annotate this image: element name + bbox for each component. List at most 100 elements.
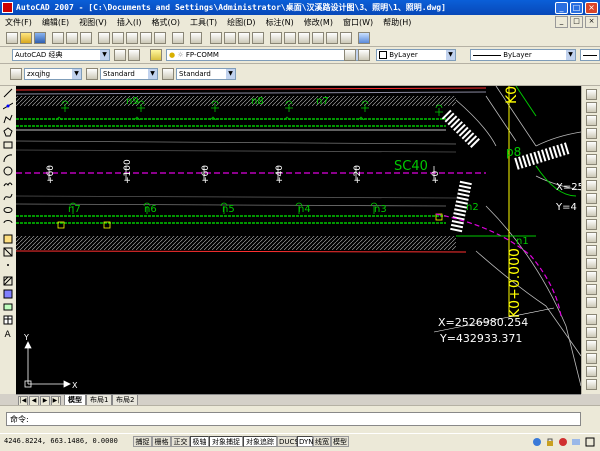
layer-previous-icon[interactable] [358, 49, 370, 61]
make-object-layer-current-icon[interactable] [344, 49, 356, 61]
menu-help[interactable]: 帮助(H) [378, 17, 416, 28]
ducs-toggle[interactable]: DUCS [277, 436, 299, 447]
title-bar[interactable]: AutoCAD 2007 - [C:\Documents and Setting… [0, 0, 600, 15]
save-icon[interactable] [34, 32, 46, 44]
osnap-midpoint-icon[interactable] [586, 327, 597, 338]
tool-palettes-icon[interactable] [298, 32, 310, 44]
workspace-select[interactable]: AutoCAD 经典 ▼ [12, 49, 110, 61]
mdi-minimize-button[interactable]: _ [555, 16, 568, 28]
ortho-toggle[interactable]: 正交 [171, 436, 190, 447]
join-icon[interactable] [586, 258, 597, 269]
open-icon[interactable] [20, 32, 32, 44]
menu-format[interactable]: 格式(O) [146, 17, 185, 28]
menu-dimension[interactable]: 标注(N) [261, 17, 299, 28]
region-icon[interactable] [3, 302, 13, 312]
polyline-icon[interactable] [3, 114, 13, 124]
rectangle-icon[interactable] [3, 140, 13, 150]
move-icon[interactable] [586, 154, 597, 165]
markup-icon[interactable] [326, 32, 338, 44]
block-editor-icon[interactable] [154, 32, 166, 44]
erase-icon[interactable] [586, 89, 597, 100]
grid-toggle[interactable]: 栅格 [152, 436, 171, 447]
multiline-text-icon[interactable]: A [3, 328, 13, 338]
osnap-endpoint-icon[interactable] [586, 314, 597, 325]
polygon-icon[interactable] [3, 127, 13, 137]
otrack-toggle[interactable]: 对象追踪 [243, 436, 277, 447]
minimize-button[interactable]: _ [555, 1, 568, 14]
cut-icon[interactable] [98, 32, 110, 44]
paste-icon[interactable] [126, 32, 138, 44]
trim-icon[interactable] [586, 206, 597, 217]
coordinate-readout[interactable]: 4246.8224, 663.1486, 0.0000 [4, 437, 118, 445]
layer-manager-icon[interactable] [150, 49, 162, 61]
menu-tools[interactable]: 工具(T) [185, 17, 222, 28]
explode-icon[interactable] [586, 297, 597, 308]
layer-select[interactable]: ● ☼ FP-COMM ▼ [166, 49, 366, 61]
chamfer-icon[interactable] [586, 271, 597, 282]
osnap-center-icon[interactable] [586, 353, 597, 364]
spline-icon[interactable] [3, 192, 13, 202]
lineweight-select[interactable] [580, 49, 600, 61]
mdi-restore-button[interactable]: □ [570, 16, 583, 28]
mdi-close-button[interactable]: × [585, 16, 598, 28]
new-icon[interactable] [6, 32, 18, 44]
table-icon[interactable] [3, 315, 13, 325]
print-icon[interactable] [52, 32, 64, 44]
maximize-button[interactable]: □ [570, 1, 583, 14]
workspace-icon[interactable] [128, 49, 140, 61]
text-style-select[interactable]: zxqjhg ▼ [24, 68, 82, 80]
fillet-icon[interactable] [586, 284, 597, 295]
mirror-icon[interactable] [586, 115, 597, 126]
close-button[interactable]: × [585, 1, 598, 14]
color-select[interactable]: ByLayer ▼ [376, 49, 456, 61]
communication-center-icon[interactable] [532, 437, 542, 447]
dyn-toggle[interactable]: DYN [297, 436, 314, 447]
polar-toggle[interactable]: 极轴 [190, 436, 209, 447]
publish-icon[interactable] [80, 32, 92, 44]
osnap-toggle[interactable]: 对象捕捉 [209, 436, 243, 447]
zoom-window-icon[interactable] [238, 32, 250, 44]
workspace-settings-icon[interactable] [114, 49, 126, 61]
sheet-set-icon[interactable] [312, 32, 324, 44]
snap-toggle[interactable]: 捕捉 [133, 436, 152, 447]
linetype-select[interactable]: ByLayer ▼ [470, 49, 576, 61]
ellipse-icon[interactable] [3, 205, 13, 215]
zoom-previous-icon[interactable] [252, 32, 264, 44]
command-input[interactable]: 命令: [6, 412, 581, 426]
menu-modify[interactable]: 修改(M) [299, 17, 338, 28]
rotate-icon[interactable] [586, 167, 597, 178]
line-icon[interactable] [3, 88, 13, 98]
extend-icon[interactable] [586, 219, 597, 230]
properties-icon[interactable] [270, 32, 282, 44]
gradient-icon[interactable] [3, 289, 13, 299]
text-style-icon[interactable] [10, 68, 22, 80]
menu-edit[interactable]: 编辑(E) [37, 17, 74, 28]
stretch-icon[interactable] [586, 193, 597, 204]
quickcalc-icon[interactable] [340, 32, 352, 44]
pan-icon[interactable] [210, 32, 222, 44]
osnap-settings-icon[interactable] [586, 379, 597, 390]
undo-icon[interactable] [172, 32, 184, 44]
match-properties-icon[interactable] [140, 32, 152, 44]
dim-style-select[interactable]: Standard ▼ [100, 68, 158, 80]
lineweight-toggle[interactable]: 线宽 [313, 436, 331, 447]
table-style-icon[interactable] [162, 68, 174, 80]
array-icon[interactable] [586, 141, 597, 152]
hatch-icon[interactable] [3, 276, 13, 286]
point-icon[interactable] [3, 260, 13, 270]
break-icon[interactable] [586, 245, 597, 256]
revision-cloud-icon[interactable] [3, 179, 13, 189]
insert-block-icon[interactable] [3, 234, 13, 244]
design-center-icon[interactable] [284, 32, 296, 44]
break-at-point-icon[interactable] [586, 232, 597, 243]
autocad-app-icon[interactable] [2, 2, 13, 13]
model-toggle[interactable]: 模型 [331, 436, 349, 447]
zoom-realtime-icon[interactable] [224, 32, 236, 44]
circle-icon[interactable] [3, 166, 13, 176]
arc-icon[interactable] [3, 153, 13, 163]
menu-window[interactable]: 窗口(W) [338, 17, 378, 28]
offset-icon[interactable] [586, 128, 597, 139]
dim-style-icon[interactable] [86, 68, 98, 80]
drawing-canvas[interactable]: +60 +100 +60 +40 +20 +0 K0 K0+0.000 SC40… [16, 86, 581, 394]
lock-icon[interactable] [545, 437, 555, 447]
